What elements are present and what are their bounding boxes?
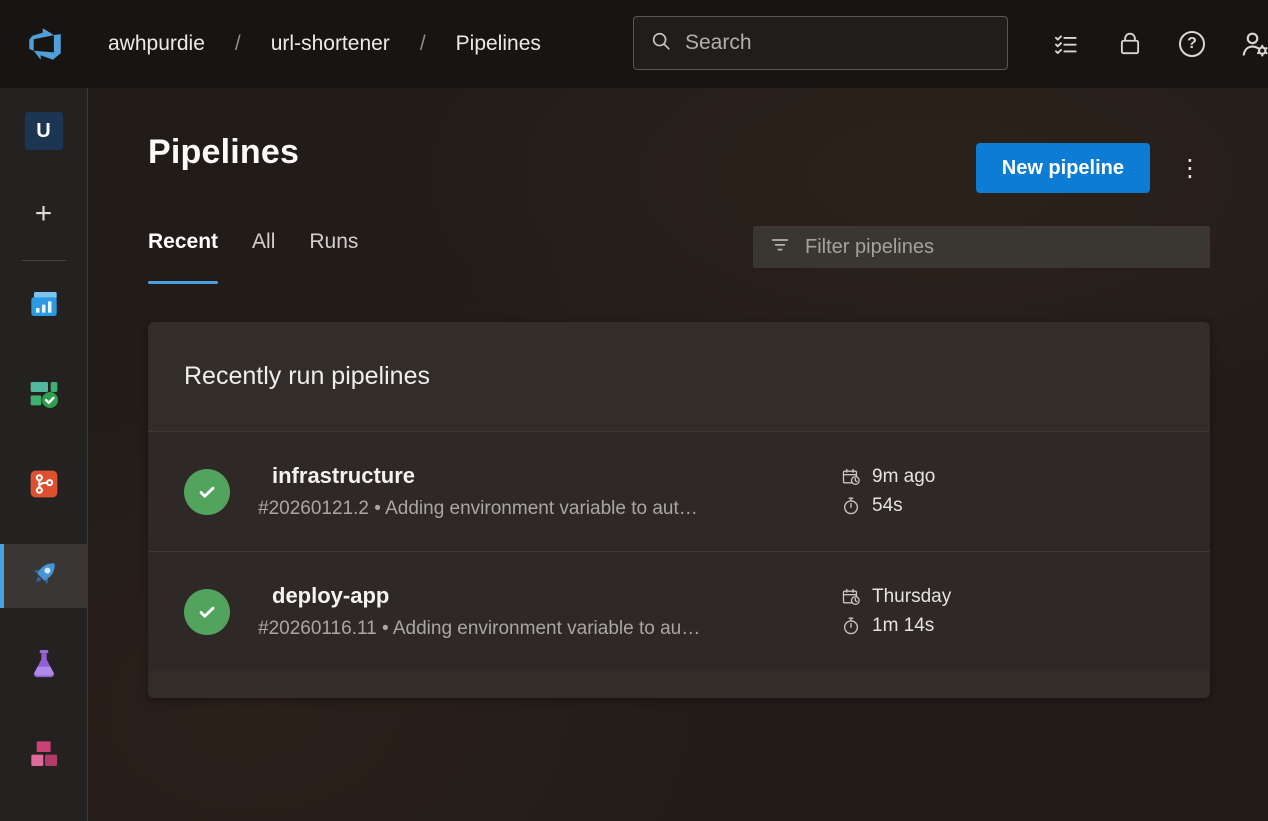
filter-pipelines-input[interactable] <box>805 236 1198 259</box>
run-date-line: Thursday <box>841 586 1174 608</box>
project-avatar[interactable]: U <box>25 112 63 150</box>
pipeline-run-description: #20260116.11 • Adding environment variab… <box>258 618 841 640</box>
sidebar: U + <box>0 88 88 821</box>
overview-icon <box>28 288 60 325</box>
header-actions: New pipeline ⋮ <box>976 143 1212 193</box>
run-duration: 54s <box>872 495 903 517</box>
success-check-icon <box>184 469 230 515</box>
tab-bar: Recent All Runs <box>148 230 358 284</box>
breadcrumb-separator: / <box>420 32 426 56</box>
sidebar-nav <box>0 274 87 788</box>
calendar-clock-icon <box>841 587 861 607</box>
pipeline-row-deploy-app[interactable]: deploy-app #20260116.11 • Adding environ… <box>148 551 1210 671</box>
run-date: 9m ago <box>872 466 935 488</box>
run-duration-line: 54s <box>841 495 1174 517</box>
pipeline-row-meta: 9m ago 54s <box>841 466 1174 517</box>
marketplace-bag-icon[interactable] <box>1110 24 1150 64</box>
pipeline-run-description: #20260121.2 • Adding environment variabl… <box>258 498 841 520</box>
sidebar-item-artifacts[interactable] <box>0 724 88 788</box>
sidebar-item-overview[interactable] <box>0 274 88 338</box>
question-mark-glyph: ? <box>1179 31 1205 57</box>
stopwatch-icon <box>841 496 861 516</box>
artifacts-icon <box>28 738 60 775</box>
user-settings-icon[interactable] <box>1235 24 1268 64</box>
add-project-item-button[interactable]: + <box>24 194 64 234</box>
breadcrumb-page[interactable]: Pipelines <box>456 32 541 56</box>
search-input[interactable] <box>685 31 993 55</box>
sidebar-item-pipelines[interactable] <box>0 544 88 608</box>
calendar-clock-icon <box>841 467 861 487</box>
search-box <box>633 16 1008 70</box>
pipeline-name: deploy-app <box>272 583 841 609</box>
pipeline-row-text: infrastructure #20260121.2 • Adding envi… <box>258 463 841 520</box>
sidebar-divider <box>22 260 66 261</box>
pipeline-row-meta: Thursday 1m 14s <box>841 586 1174 637</box>
run-date-line: 9m ago <box>841 466 1174 488</box>
more-options-button[interactable]: ⋮ <box>1168 143 1212 193</box>
breadcrumb-project[interactable]: url-shortener <box>271 32 390 56</box>
help-icon[interactable]: ? <box>1172 24 1212 64</box>
breadcrumb-separator: / <box>235 32 241 56</box>
filter-funnel-icon <box>769 234 791 261</box>
tab-recent[interactable]: Recent <box>148 230 218 284</box>
tab-all[interactable]: All <box>252 230 275 284</box>
page-title: Pipelines <box>148 133 299 172</box>
repos-icon <box>28 468 60 505</box>
test-plans-icon <box>28 648 60 685</box>
boards-icon <box>28 378 60 415</box>
run-duration: 1m 14s <box>872 615 934 637</box>
breadcrumb-org[interactable]: awhpurdie <box>108 32 205 56</box>
azure-devops-logo-icon[interactable] <box>26 25 64 63</box>
sidebar-item-test-plans[interactable] <box>0 634 88 698</box>
main-content: Pipelines New pipeline ⋮ Recent All Runs… <box>88 88 1268 821</box>
tab-runs[interactable]: Runs <box>309 230 358 284</box>
search-icon <box>650 30 672 57</box>
success-check-icon <box>184 589 230 635</box>
task-list-icon[interactable] <box>1045 24 1085 64</box>
topbar: awhpurdie / url-shortener / Pipelines ? <box>0 0 1268 88</box>
card-header: Recently run pipelines <box>148 322 1210 431</box>
pipeline-row-text: deploy-app #20260116.11 • Adding environ… <box>258 583 841 640</box>
stopwatch-icon <box>841 616 861 636</box>
pipelines-icon <box>27 557 61 596</box>
sidebar-item-boards[interactable] <box>0 364 88 428</box>
run-date: Thursday <box>872 586 951 608</box>
sidebar-item-repos[interactable] <box>0 454 88 518</box>
run-duration-line: 1m 14s <box>841 615 1174 637</box>
breadcrumb: awhpurdie / url-shortener / Pipelines <box>108 0 541 88</box>
filter-box <box>753 226 1210 268</box>
new-pipeline-button[interactable]: New pipeline <box>976 143 1150 193</box>
recently-run-card: Recently run pipelines infrastructure #2… <box>148 322 1210 698</box>
pipeline-row-infrastructure[interactable]: infrastructure #20260121.2 • Adding envi… <box>148 431 1210 551</box>
pipeline-name: infrastructure <box>272 463 841 489</box>
